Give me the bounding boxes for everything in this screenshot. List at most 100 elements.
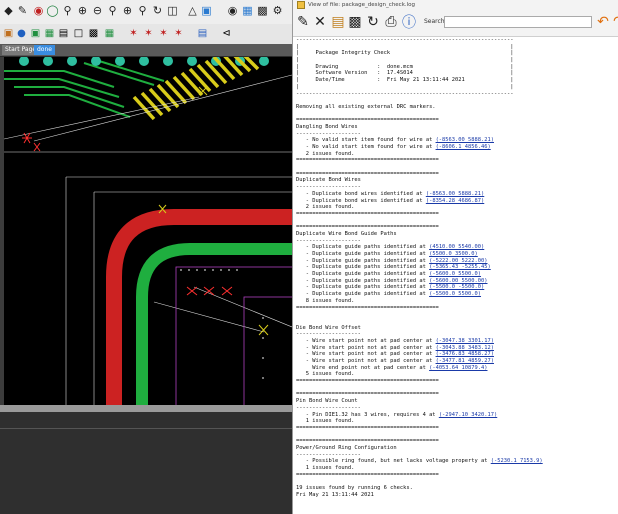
report-line: Removing all existing external DRC marke… bbox=[296, 103, 436, 110]
coordinate-link[interactable]: (5500.0 3500.0) bbox=[429, 251, 478, 257]
close-icon[interactable]: ✕ bbox=[312, 14, 328, 30]
search-forward-icon[interactable]: ↷ bbox=[611, 14, 618, 30]
bond-finger-icon[interactable]: ✶ bbox=[142, 27, 155, 40]
report-icon[interactable]: ▤ bbox=[196, 27, 209, 40]
stop-icon[interactable]: ◉ bbox=[32, 4, 45, 17]
report-viewer-window: View of file: package_design_check.log ✎… bbox=[292, 0, 618, 514]
design-canvas[interactable] bbox=[4, 57, 292, 405]
layer-stack-icon[interactable]: ▣ bbox=[29, 27, 42, 40]
report-line bbox=[296, 432, 616, 439]
report-line: ========================================… bbox=[296, 391, 439, 398]
zoom-out-icon[interactable]: ⊖ bbox=[91, 4, 104, 17]
refresh-icon[interactable]: ↻ bbox=[365, 14, 381, 30]
flip-icon[interactable]: ◫ bbox=[166, 4, 179, 17]
coordinate-link[interactable]: (-5600.00 5500.00) bbox=[429, 278, 487, 284]
redraw-icon[interactable]: ↻ bbox=[151, 4, 164, 17]
search-input[interactable] bbox=[444, 16, 592, 28]
report-line: -------------------- bbox=[296, 404, 361, 411]
report-line: ========================================… bbox=[296, 210, 439, 217]
settings-icon[interactable]: ⚙ bbox=[271, 4, 284, 17]
grid-icon[interactable]: ▦ bbox=[103, 27, 116, 40]
visibility-icon[interactable]: ◉ bbox=[226, 4, 239, 17]
route-icon[interactable]: ▣ bbox=[2, 27, 15, 40]
report-line: -------------------- bbox=[296, 130, 361, 137]
coordinate-link[interactable]: (-8563.00 5888.21) bbox=[436, 137, 494, 143]
zoom-world-icon[interactable]: ⊕ bbox=[121, 4, 134, 17]
report-line bbox=[296, 385, 616, 392]
camera-icon[interactable]: ▩ bbox=[256, 4, 269, 17]
wire-profile-icon[interactable]: ✶ bbox=[157, 27, 170, 40]
report-line: 1 issues found. bbox=[296, 465, 355, 471]
report-line: - Duplicate guide paths identified at (-… bbox=[296, 291, 482, 298]
report-line: 2 issues found. bbox=[296, 204, 355, 211]
pin-icon[interactable]: ✎ bbox=[295, 14, 311, 30]
wire-check-icon[interactable]: ✶ bbox=[172, 27, 185, 40]
report-line: | | bbox=[296, 43, 514, 50]
coordinate-link[interactable]: (-8563.00 5888.21) bbox=[426, 191, 484, 197]
report-line: | Date/Time : Fri May 21 13:11:44 2021 | bbox=[296, 77, 514, 84]
coordinate-link[interactable]: (-3477.81 4859.27) bbox=[436, 358, 494, 364]
chip-icon[interactable]: ▩ bbox=[87, 27, 100, 40]
coordinate-link[interactable]: (-4053.64 10879.4) bbox=[429, 365, 487, 371]
report-line: Die Bond Wire Offset bbox=[296, 324, 361, 331]
report-text[interactable]: -------------------- --------------------… bbox=[296, 37, 616, 514]
coordinate-link[interactable]: (-5600.0 5500.0) bbox=[429, 271, 481, 277]
add-panel-icon[interactable]: ▣ bbox=[200, 4, 213, 17]
coordinate-link[interactable]: (-2947.10 3420.17) bbox=[439, 412, 497, 418]
coordinate-link[interactable]: (-3047.38 3301.17) bbox=[436, 338, 494, 344]
report-line: ========================================… bbox=[296, 424, 439, 431]
open-folder-icon[interactable]: ▤ bbox=[330, 14, 346, 30]
share-icon[interactable]: ⊲ bbox=[220, 27, 233, 40]
secondary-toolbar: ▣ ● ▣ ▦ ▤ □ ▩ ▦ ✶ ✶ ✶ ✶ ▤ ⊲ bbox=[0, 24, 292, 45]
report-line: Wire end point not at pad center at (-40… bbox=[296, 364, 488, 371]
coordinate-link[interactable]: (-3476.83 4858.27) bbox=[436, 351, 494, 357]
die-outline bbox=[175, 266, 292, 405]
page-icon[interactable]: □ bbox=[72, 27, 85, 40]
document-tab-bar: Start Page done bbox=[0, 44, 292, 56]
bond-wire-icon[interactable]: ✶ bbox=[127, 27, 140, 40]
report-line: | Package Integrity Check | bbox=[296, 50, 514, 57]
color-icon[interactable]: ● bbox=[15, 27, 28, 40]
go-icon[interactable]: ◯ bbox=[46, 4, 59, 17]
report-line: 8 issues found. bbox=[296, 297, 355, 304]
report-line: 19 issues found by running 6 checks. bbox=[296, 485, 413, 492]
report-line: ========================================… bbox=[296, 438, 439, 445]
coordinate-link[interactable]: (-8354.28 4686.87) bbox=[426, 198, 484, 204]
help-icon[interactable]: ⓘ bbox=[401, 14, 417, 31]
coordinate-link[interactable]: (-5230.1 7153.9) bbox=[491, 458, 543, 464]
report-line: - Pin DIE1.32 has 3 wires, requires 4 at… bbox=[296, 411, 498, 418]
coordinate-link[interactable]: (4510.00 5540.00) bbox=[429, 244, 484, 250]
document-icon[interactable]: ▤ bbox=[57, 27, 70, 40]
report-line: Duplicate Bond Wires bbox=[296, 177, 361, 184]
pen-icon[interactable]: ✎ bbox=[16, 4, 29, 17]
coordinate-link[interactable]: (-5500.0 -5500.0) bbox=[429, 284, 484, 290]
find-icon[interactable]: ▦ bbox=[241, 4, 254, 17]
save-icon[interactable]: ▩ bbox=[347, 14, 363, 30]
coordinate-link[interactable]: (-5222.00 5222.00) bbox=[429, 258, 487, 264]
layout-drawing bbox=[4, 57, 292, 405]
zoom-previous-icon[interactable]: ⚲ bbox=[106, 4, 119, 17]
zoom-in-icon[interactable]: ⊕ bbox=[76, 4, 89, 17]
report-line: -------------------- bbox=[296, 451, 361, 458]
report-line: ========================================… bbox=[296, 157, 439, 164]
coordinate-link[interactable]: (-5500.0 5500.0) bbox=[429, 291, 481, 297]
report-toolbar: ✎ ✕ ▤ ▩ ↻ ⎙ ⓘ Search: ↶ ↷ bbox=[293, 10, 618, 37]
coordinate-link[interactable]: (-3043.88 3483.12) bbox=[436, 345, 494, 351]
horizontal-scrollbar[interactable] bbox=[0, 405, 292, 412]
tab-done[interactable]: done bbox=[34, 45, 55, 55]
main-toolbar: ◆ ✎ ◉ ◯ ⚲ ⊕ ⊖ ⚲ ⊕ ⚲ ↻ ◫ △ ▣ ◉ ▦ ▩ ⚙ bbox=[0, 0, 292, 25]
report-line: | Drawing : done.mcm | bbox=[296, 63, 514, 70]
pin-icon[interactable]: ◆ bbox=[2, 4, 15, 17]
layers-icon[interactable]: △ bbox=[186, 4, 199, 17]
report-line: - No valid start item found for wire at … bbox=[296, 137, 494, 144]
coordinate-link[interactable]: (-5365.43 -5255.45) bbox=[429, 264, 491, 270]
shapes-icon[interactable]: ▦ bbox=[43, 27, 56, 40]
report-line: 2 issues found. bbox=[296, 150, 355, 157]
zoom-fit-icon[interactable]: ⚲ bbox=[61, 4, 74, 17]
report-line: Pin Bond Wire Count bbox=[296, 398, 358, 405]
coordinate-link[interactable]: (-8606.1 4856.46) bbox=[436, 144, 491, 150]
search-back-icon[interactable]: ↶ bbox=[595, 14, 611, 30]
report-line: 1 issues found. bbox=[296, 418, 355, 425]
print-icon[interactable]: ⎙ bbox=[383, 14, 399, 30]
zoom-center-icon[interactable]: ⚲ bbox=[136, 4, 149, 17]
